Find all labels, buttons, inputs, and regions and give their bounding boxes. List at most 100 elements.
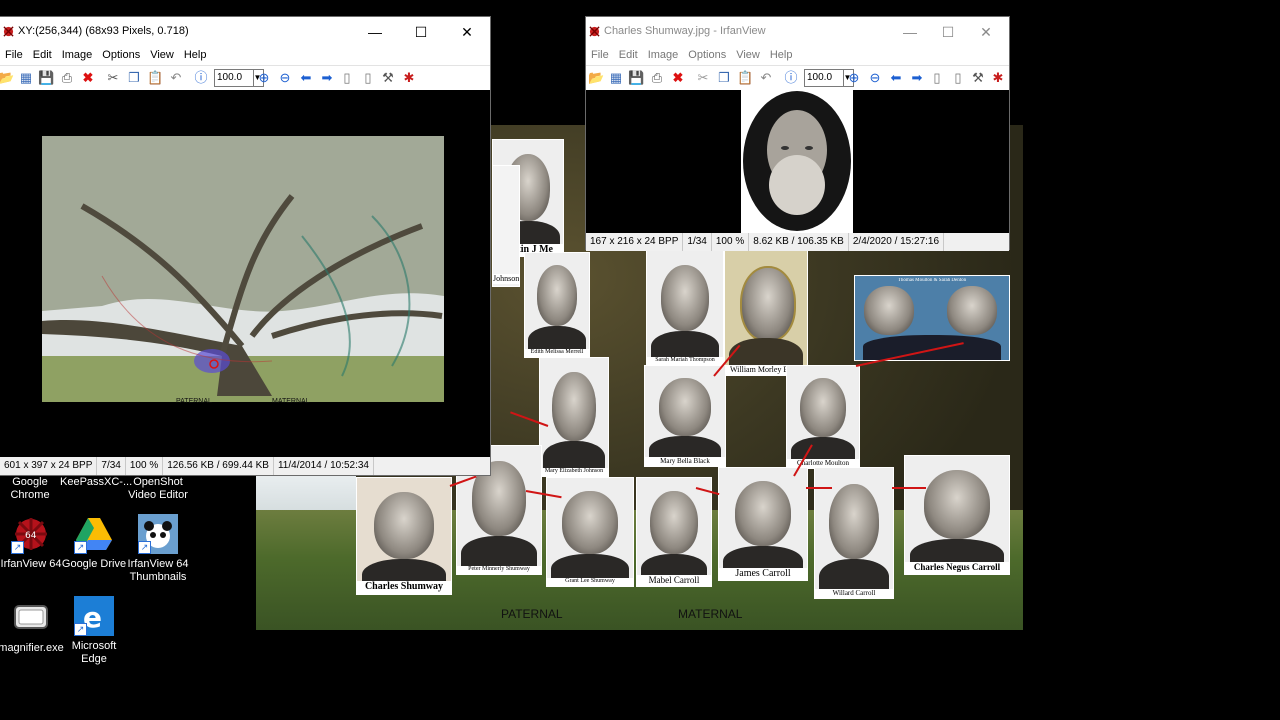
desktop-icon-google-chrome[interactable]: Google Chrome (0, 476, 64, 502)
desktop-icon-label: Google Chrome (10, 476, 50, 501)
desktop-icon-keepassxc[interactable]: KeePassXC-... (60, 476, 132, 489)
image-paternal-label: PATERNAL (176, 398, 212, 405)
portrait-caption: Thomas Moulton & Sarah Denton (897, 278, 967, 283)
status-date: 2/4/2020 / 15:27:16 (849, 233, 945, 251)
google-drive-icon: ↗ (74, 514, 114, 554)
first-page-icon[interactable]: ▯ (929, 70, 945, 86)
paste-icon[interactable]: 📋 (737, 70, 753, 86)
next-icon[interactable]: ➡ (909, 70, 925, 86)
magnifier-icon (11, 598, 51, 638)
info-icon[interactable]: ⓘ (783, 70, 799, 86)
menu-image[interactable]: Image (643, 47, 684, 61)
undo-icon[interactable]: ↶ (758, 70, 774, 86)
portrait-charlotte-moulton: Charlotte Moulton (786, 365, 860, 469)
print-icon[interactable]: ⎙ (649, 70, 665, 86)
svg-text:64: 64 (25, 531, 37, 541)
settings-icon[interactable]: ⚒ (970, 70, 986, 86)
previous-icon[interactable]: ⬅ (298, 70, 314, 86)
irfanview-icon (589, 26, 600, 37)
desktop-icon-microsoft-edge[interactable]: e ↗ Microsoft Edge (60, 596, 128, 666)
cut-icon[interactable]: ✂ (695, 70, 711, 86)
save-icon[interactable]: 💾 (38, 70, 54, 86)
menu-file[interactable]: File (0, 47, 28, 61)
close-button[interactable]: ✕ (444, 17, 490, 47)
portrait-caption: Mabel Carroll (637, 575, 711, 586)
thumbnails-icon[interactable]: ▦ (608, 70, 624, 86)
zoom-input[interactable]: 100.0 (214, 69, 254, 87)
zoom-out-icon[interactable]: ⊖ (867, 70, 883, 86)
panda-icon: ↗ (138, 514, 178, 554)
relation-arrow (806, 487, 832, 489)
portrait-mary-johnson: Mary Elizabeth Johnson (539, 357, 609, 477)
irfanview-icon[interactable]: ✱ (401, 70, 417, 86)
title-bar[interactable]: Charles Shumway.jpg - IrfanView — ☐ ✕ (586, 17, 1009, 47)
desktop-icon-google-drive[interactable]: ↗ Google Drive (60, 514, 128, 571)
zoom-in-icon[interactable]: ⊕ (846, 70, 862, 86)
irfanview-window-left[interactable]: XY:(256,344) (68x93 Pixels, 0.718) — ☐ ✕… (0, 17, 490, 475)
zoom-in-icon[interactable]: ⊕ (256, 70, 272, 86)
menu-help[interactable]: Help (765, 47, 798, 61)
desktop-icon-magnifier[interactable]: magnifier.exe (0, 598, 65, 655)
undo-icon[interactable]: ↶ (168, 70, 184, 86)
info-icon[interactable]: ⓘ (193, 70, 209, 86)
desktop-icon-label: OpenShot Video Editor (128, 476, 188, 501)
thumbnails-icon[interactable]: ▦ (18, 70, 34, 86)
zoom-input[interactable]: 100.0 (804, 69, 844, 87)
menu-edit[interactable]: Edit (28, 47, 57, 61)
next-icon[interactable]: ➡ (319, 70, 335, 86)
save-icon[interactable]: 💾 (628, 70, 644, 86)
paternal-label: PATERNAL (501, 607, 563, 621)
status-bar: 601 x 397 x 24 BPP 7/34 100 % 126.56 KB / 6… (0, 457, 490, 475)
last-page-icon[interactable]: ▯ (950, 70, 966, 86)
title-bar[interactable]: XY:(256,344) (68x93 Pixels, 0.718) — ☐ ✕ (0, 17, 490, 47)
desktop-icon-openshot[interactable]: OpenShot Video Editor (124, 476, 192, 502)
first-page-icon[interactable]: ▯ (339, 70, 355, 86)
delete-icon[interactable]: ✖ (670, 70, 686, 86)
desktop-icon-irfanview-thumbnails[interactable]: ↗ IrfanView 64 Thumbnails (124, 514, 192, 584)
menu-file[interactable]: File (586, 47, 614, 61)
portrait-james-carroll: James Carroll (718, 467, 808, 581)
desktop-icon-label: Microsoft Edge (71, 640, 117, 665)
portrait-caption: Peter Minnerly Shumway (457, 566, 541, 574)
portrait-caption: Mary Bella Black (645, 457, 725, 466)
copy-icon[interactable]: ❐ (126, 70, 142, 86)
status-dimensions: 167 x 216 x 24 BPP (586, 233, 684, 251)
close-button[interactable]: ✕ (963, 17, 1009, 47)
oak-tree-image (42, 136, 444, 402)
status-index: 7/34 (97, 457, 126, 475)
portrait-edith: Edith Melissa Merrell (524, 252, 590, 358)
minimize-button[interactable]: — (352, 17, 398, 47)
copy-icon[interactable]: ❐ (716, 70, 732, 86)
zoom-out-icon[interactable]: ⊖ (277, 70, 293, 86)
menu-help[interactable]: Help (179, 47, 212, 61)
maximize-button[interactable]: ☐ (398, 17, 444, 47)
delete-icon[interactable]: ✖ (80, 70, 96, 86)
menu-image[interactable]: Image (57, 47, 98, 61)
menu-view[interactable]: View (145, 47, 179, 61)
menu-view[interactable]: View (731, 47, 765, 61)
desktop-icon-irfanview-64[interactable]: 64 ↗ IrfanView 64 (0, 514, 65, 571)
menu-edit[interactable]: Edit (614, 47, 643, 61)
open-icon[interactable]: 📂 (588, 70, 604, 86)
desktop-icon-label: Google Drive (61, 558, 127, 570)
print-icon[interactable]: ⎙ (59, 70, 75, 86)
last-page-icon[interactable]: ▯ (360, 70, 376, 86)
settings-icon[interactable]: ⚒ (380, 70, 396, 86)
menu-options[interactable]: Options (97, 47, 145, 61)
previous-icon[interactable]: ⬅ (888, 70, 904, 86)
open-icon[interactable]: 📂 (0, 70, 14, 86)
relation-arrow (892, 487, 926, 489)
edge-icon: e ↗ (74, 596, 114, 636)
cut-icon[interactable]: ✂ (105, 70, 121, 86)
portrait-caption: Johnson (493, 274, 519, 284)
portrait-charles-shumway: Charles Shumway (356, 477, 452, 595)
irfanview-icon[interactable]: ✱ (990, 70, 1006, 86)
paste-icon[interactable]: 📋 (147, 70, 163, 86)
image-viewport[interactable]: PATERNAL MATERNAL (0, 90, 490, 457)
irfanview-window-right[interactable]: Charles Shumway.jpg - IrfanView — ☐ ✕ Fi… (586, 17, 1009, 251)
menu-options[interactable]: Options (683, 47, 731, 61)
image-viewport[interactable] (586, 90, 1009, 233)
desktop-icon-label: magnifier.exe (0, 642, 64, 654)
menu-bar: File Edit Image Options View Help (0, 47, 490, 65)
